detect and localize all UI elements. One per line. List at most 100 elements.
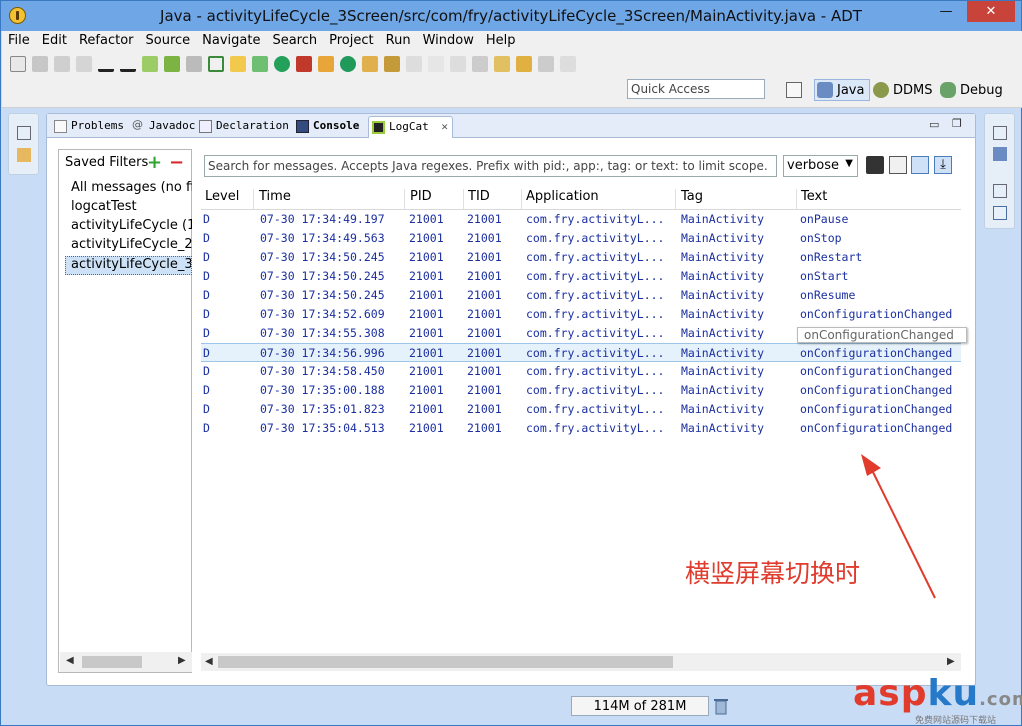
menu-file[interactable]: File [2, 31, 36, 51]
table-row[interactable]: D 07-30 17:34:58.450 21001 21001 com.fry.act… [201, 362, 961, 381]
task-list-icon[interactable] [993, 206, 1007, 220]
menu-edit[interactable]: Edit [36, 31, 73, 51]
scroll-lock-icon[interactable]: ⤓ [934, 156, 952, 174]
table-row[interactable]: D 07-30 17:34:50.245 21001 21001 com.fry.act… [201, 267, 961, 286]
outline-icon[interactable] [993, 147, 1007, 161]
table-row[interactable]: D 07-30 17:34:56.996 21001 21001 com.fry.act… [201, 343, 961, 362]
table-row[interactable]: D 07-30 17:34:49.197 21001 21001 com.fry.act… [201, 210, 961, 229]
col-pid[interactable]: PID [406, 189, 464, 209]
minimize-button[interactable]: — [932, 1, 960, 22]
close-button[interactable]: ✕ [967, 1, 1015, 22]
toggle-filters-icon[interactable] [911, 156, 929, 174]
col-level[interactable]: Level [201, 189, 254, 209]
col-time[interactable]: Time [255, 189, 405, 209]
menu-search[interactable]: Search [266, 31, 323, 51]
filter-item[interactable]: activityLifeCycle_2 [60, 237, 192, 256]
upload-icon[interactable] [98, 56, 114, 72]
scroll-right-icon[interactable]: ▶ [947, 656, 955, 667]
scroll-thumb[interactable] [218, 656, 673, 668]
col-text[interactable]: Text [797, 189, 961, 209]
debug-perspective-button[interactable]: Debug [940, 79, 1003, 101]
last-edit-icon[interactable] [494, 56, 510, 72]
filter-item[interactable]: All messages (no filte [60, 180, 192, 199]
col-tag[interactable]: Tag [677, 189, 797, 209]
tab-problems[interactable]: Problems [51, 116, 128, 138]
close-tab-icon[interactable]: ✕ [441, 120, 448, 133]
menu-window[interactable]: Window [417, 31, 480, 51]
trash-icon[interactable] [713, 697, 729, 715]
tab-console[interactable]: Console [293, 116, 363, 138]
tab-javadoc[interactable]: @ Javadoc [129, 116, 199, 138]
clear-log-icon[interactable] [889, 156, 907, 174]
scroll-right-icon[interactable]: ▶ [178, 655, 186, 666]
debug-run-icon[interactable] [252, 56, 268, 72]
back-icon[interactable] [516, 56, 532, 72]
scroll-left-icon[interactable]: ◀ [66, 655, 74, 666]
add-filter-button[interactable]: + [147, 152, 162, 173]
open-type-icon[interactable] [362, 56, 378, 72]
new-icon[interactable] [10, 56, 26, 72]
open-perspective-button[interactable] [786, 79, 808, 101]
col-application[interactable]: Application [522, 189, 676, 209]
avd-manager-icon[interactable] [164, 56, 180, 72]
tab-declaration[interactable]: Declaration [196, 116, 293, 138]
col-tid[interactable]: TID [464, 189, 522, 209]
pin-editor-icon[interactable] [560, 56, 576, 72]
save-log-icon[interactable] [866, 156, 884, 174]
menu-project[interactable]: Project [323, 31, 379, 51]
table-row[interactable]: D 07-30 17:34:52.609 21001 21001 com.fry.act… [201, 305, 961, 324]
package-explorer-icon[interactable] [17, 148, 31, 162]
menu-source[interactable]: Source [140, 31, 197, 51]
save-all-icon[interactable] [54, 56, 70, 72]
next-annotation-icon[interactable] [472, 56, 488, 72]
filters-hscrollbar[interactable]: ◀ ▶ [60, 652, 192, 672]
package-icon[interactable] [318, 56, 334, 72]
remove-filter-button[interactable]: − [169, 152, 184, 173]
scroll-thumb[interactable] [82, 656, 142, 668]
cell-application: com.fry.activityL... [526, 307, 665, 321]
print-icon[interactable] [76, 56, 92, 72]
filter-item[interactable]: logcatTest [60, 199, 192, 218]
java-perspective-button[interactable]: Java [814, 79, 870, 101]
heap-status[interactable]: 114M of 281M [571, 696, 709, 716]
pencil-icon[interactable] [428, 56, 444, 72]
tab-logcat[interactable]: LogCat ✕ [368, 116, 453, 138]
quick-access-input[interactable]: Quick Access [627, 79, 765, 99]
annotation-icon[interactable] [406, 56, 422, 72]
table-row[interactable]: D 07-30 17:35:00.188 21001 21001 com.fry.act… [201, 381, 961, 400]
forward-icon[interactable] [538, 56, 554, 72]
table-row[interactable]: D 07-30 17:35:04.513 21001 21001 com.fry.act… [201, 419, 961, 438]
filter-item-selected[interactable]: activityLifeCycle_3Scr [65, 256, 192, 275]
external-tools-icon[interactable] [296, 56, 312, 72]
table-hscrollbar[interactable]: ◀ ▶ [201, 653, 961, 671]
menu-help[interactable]: Help [480, 31, 522, 51]
restore-icon[interactable] [993, 126, 1007, 140]
menu-navigate[interactable]: Navigate [196, 31, 266, 51]
minimize-view-icon[interactable]: ▭ [929, 118, 939, 131]
new-java-icon[interactable] [340, 56, 356, 72]
filter-item[interactable]: activityLifeCycle (12) [60, 218, 192, 237]
new-class-icon[interactable] [230, 56, 246, 72]
table-row[interactable]: D 07-30 17:34:50.245 21001 21001 com.fry.act… [201, 248, 961, 267]
search-tool-icon[interactable] [384, 56, 400, 72]
cell-text: onConfigurationChanged [800, 307, 953, 321]
restore-icon[interactable] [993, 184, 1007, 198]
restore-icon[interactable] [17, 126, 31, 140]
android-sdk-icon[interactable] [142, 56, 158, 72]
table-row[interactable]: D 07-30 17:35:01.823 21001 21001 com.fry.act… [201, 400, 961, 419]
log-level-select[interactable]: verbose ▼ [783, 155, 858, 177]
checkbox-icon[interactable] [208, 56, 224, 72]
menu-refactor[interactable]: Refactor [73, 31, 140, 51]
table-row[interactable]: D 07-30 17:34:49.563 21001 21001 com.fry.act… [201, 229, 961, 248]
save-icon[interactable] [32, 56, 48, 72]
block-icon[interactable] [450, 56, 466, 72]
table-row[interactable]: D 07-30 17:34:50.245 21001 21001 com.fry.act… [201, 286, 961, 305]
logcat-search-input[interactable]: Search for messages. Accepts Java regexe… [204, 155, 777, 177]
ddms-perspective-button[interactable]: DDMS [873, 79, 933, 101]
scroll-left-icon[interactable]: ◀ [205, 656, 213, 667]
run-icon[interactable] [274, 56, 290, 72]
download-icon[interactable] [120, 56, 136, 72]
maximize-view-icon[interactable]: ❐ [952, 117, 962, 130]
menu-run[interactable]: Run [380, 31, 417, 51]
lint-icon[interactable] [186, 56, 202, 72]
